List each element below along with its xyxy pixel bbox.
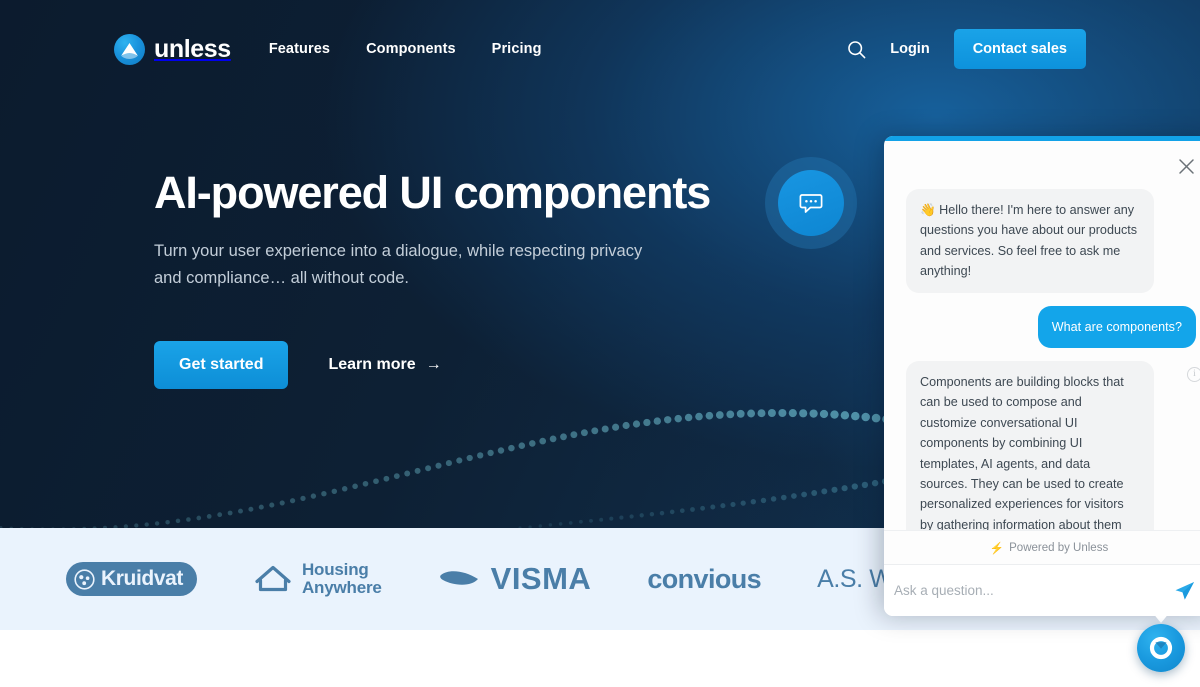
message-bubble: 👋 Hello there! I'm here to answer any qu… bbox=[906, 189, 1154, 293]
chat-powered-by: ⚡ Powered by Unless bbox=[884, 530, 1200, 564]
nav-link-features[interactable]: Features bbox=[269, 41, 330, 57]
nav-links: Features Components Pricing bbox=[269, 41, 542, 57]
house-icon bbox=[255, 565, 291, 592]
learn-more-label: Learn more bbox=[328, 356, 416, 374]
arrow-right-icon: → bbox=[425, 356, 442, 374]
nav-link-pricing[interactable]: Pricing bbox=[492, 41, 542, 57]
answer-wrapper: Components are building blocks that can … bbox=[906, 360, 1200, 530]
chat-input[interactable] bbox=[894, 583, 1165, 598]
hero-cta-row: Get started Learn more → bbox=[154, 341, 794, 390]
brand-logo[interactable]: unless bbox=[114, 33, 231, 65]
partner-logo-convious: convious bbox=[647, 564, 761, 595]
chat-header bbox=[884, 141, 1200, 185]
hero-content: AI-powered UI components Turn your user … bbox=[154, 167, 794, 390]
partner-logo-kruidvat: Kruidvat bbox=[66, 562, 197, 596]
logo-track: Kruidvat Housing Anywhere VISMA convious… bbox=[0, 561, 1025, 597]
chat-message-list: 👋 Hello there! I'm here to answer any qu… bbox=[884, 185, 1200, 530]
brand-name: unless bbox=[154, 34, 231, 63]
nav-link-components[interactable]: Components bbox=[366, 41, 456, 57]
info-icon[interactable]: i bbox=[1187, 366, 1200, 382]
visma-label: VISMA bbox=[490, 561, 592, 596]
partner-logo-housing-anywhere: Housing Anywhere bbox=[253, 561, 382, 596]
close-icon[interactable] bbox=[1175, 155, 1197, 177]
send-icon[interactable] bbox=[1173, 579, 1196, 602]
login-link[interactable]: Login bbox=[890, 41, 929, 57]
page-title: AI-powered UI components bbox=[154, 167, 711, 218]
partial-circle-logo-icon bbox=[0, 562, 10, 596]
housing-anywhere-label: Housing Anywhere bbox=[302, 561, 382, 596]
learn-more-link[interactable]: Learn more → bbox=[328, 356, 441, 374]
page-root: unless Features Components Pricing Login… bbox=[0, 0, 1200, 687]
kruidvat-mark-icon bbox=[74, 568, 95, 590]
unless-chat-launcher-icon bbox=[1149, 636, 1173, 660]
chat-message-bot-greeting: 👋 Hello there! I'm here to answer any qu… bbox=[906, 189, 1196, 293]
chat-input-bar bbox=[884, 564, 1200, 616]
partner-logo-visma: VISMA bbox=[438, 561, 592, 597]
chat-widget: 👋 Hello there! I'm here to answer any qu… bbox=[884, 136, 1200, 616]
unless-logo-icon bbox=[114, 33, 145, 65]
lightning-icon: ⚡ bbox=[989, 542, 1005, 555]
search-icon[interactable] bbox=[847, 40, 866, 59]
convious-label: convious bbox=[647, 563, 762, 594]
housing-line-1: Housing bbox=[301, 560, 369, 580]
nav-actions: Login Contact sales bbox=[847, 29, 1086, 69]
hero-subtitle: Turn your user experience into a dialogu… bbox=[154, 242, 643, 288]
visma-mark-icon bbox=[439, 571, 478, 585]
top-navigation: unless Features Components Pricing Login… bbox=[0, 0, 1200, 98]
chat-launcher-pointer bbox=[1152, 612, 1170, 623]
partner-logo-partial bbox=[0, 562, 10, 596]
get-started-button[interactable]: Get started bbox=[154, 341, 289, 390]
message-bubble: Components are building blocks that can … bbox=[906, 360, 1154, 530]
message-bubble: What are components? bbox=[1037, 305, 1196, 348]
kruidvat-label: Kruidvat bbox=[101, 567, 183, 590]
chat-launcher-button[interactable] bbox=[1137, 624, 1185, 672]
page-bottom-spacer bbox=[0, 630, 1200, 687]
chat-message-user-question: What are components? bbox=[906, 305, 1196, 348]
contact-sales-button[interactable]: Contact sales bbox=[953, 29, 1086, 69]
chat-message-bot-answer: Components are building blocks that can … bbox=[906, 360, 1200, 530]
housing-line-2: Anywhere bbox=[301, 578, 382, 597]
powered-by-label: Powered by Unless bbox=[1009, 541, 1109, 554]
